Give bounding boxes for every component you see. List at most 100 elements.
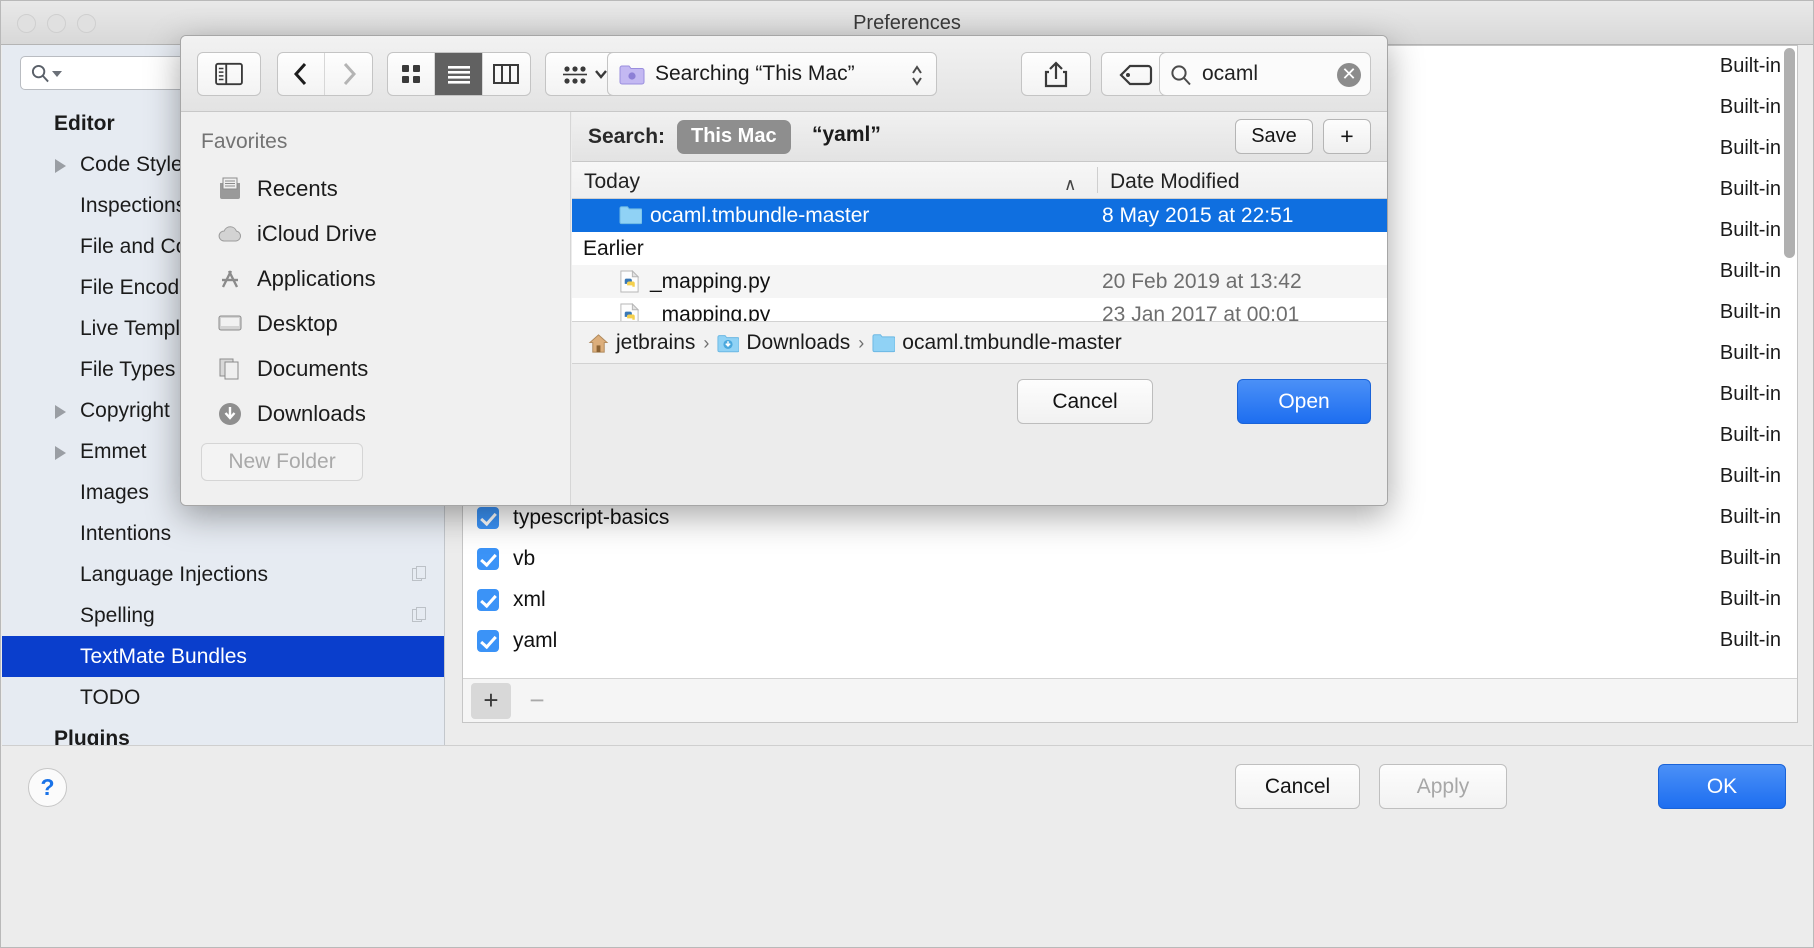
remove-bundle-button[interactable]: −: [517, 683, 557, 719]
sidebar-item-label: Editor: [54, 112, 115, 135]
file-row[interactable]: ocaml.tmbundle-master 8 May 2015 at 22:51: [572, 199, 1387, 232]
downloads-folder-icon: [717, 333, 739, 354]
forward-button[interactable]: [325, 53, 372, 95]
clear-search-icon[interactable]: ✕: [1337, 63, 1361, 87]
sidebar-item-label: Inspections: [80, 194, 186, 217]
location-popup-button[interactable]: Searching “This Mac”: [607, 52, 937, 96]
downloads-icon: [217, 401, 243, 427]
dialog-open-button[interactable]: Open: [1237, 379, 1371, 424]
sidebar-item-spelling[interactable]: Spelling: [2, 595, 445, 636]
breadcrumb-separator: ›: [858, 333, 864, 354]
sidebar-item-plugins[interactable]: Plugins: [2, 718, 445, 745]
columns-icon: [493, 64, 519, 84]
favorite-label: Downloads: [257, 401, 366, 426]
sidebar-item-todo[interactable]: TODO: [2, 677, 445, 718]
bundle-name: yaml: [513, 629, 557, 652]
bundle-row[interactable]: xmlBuilt-in: [463, 579, 1797, 620]
disclosure-triangle-icon[interactable]: [55, 446, 66, 460]
disclosure-triangle-icon[interactable]: [55, 159, 66, 173]
bundle-checkbox[interactable]: [477, 630, 499, 652]
sidebar-item-label: Language Injections: [80, 563, 268, 586]
add-criterion-button[interactable]: +: [1323, 119, 1371, 154]
file-name: ocaml.tmbundle-master: [650, 199, 869, 232]
sidebar-icon: [214, 62, 244, 86]
preferences-ok-button[interactable]: OK: [1658, 764, 1786, 809]
bundle-list-scrollbar[interactable]: [1784, 48, 1795, 258]
bundle-list-toolbar: + −: [463, 678, 1797, 722]
file-date-modified: 8 May 2015 at 22:51: [1102, 199, 1293, 232]
column-header-name[interactable]: Today: [584, 170, 640, 194]
back-button[interactable]: [278, 53, 325, 95]
sidebar-item-label: Images: [80, 481, 149, 504]
finder-open-dialog: Searching “This Mac”: [180, 35, 1388, 506]
scope-this-mac-pill[interactable]: This Mac: [677, 120, 791, 154]
file-date-modified: 23 Jan 2017 at 00:01: [1102, 298, 1299, 321]
bundle-row[interactable]: yamlBuilt-in: [463, 620, 1797, 661]
favorite-label: Recents: [257, 176, 338, 201]
sidebar-favorite-desktop[interactable]: Desktop: [181, 301, 570, 346]
bundle-row[interactable]: vbBuilt-in: [463, 538, 1797, 579]
favorites-heading: Favorites: [201, 130, 287, 154]
column-view-button[interactable]: [483, 53, 530, 95]
sidebar-favorite-documents[interactable]: Documents: [181, 346, 570, 391]
sidebar-favorite-icloud-drive[interactable]: iCloud Drive: [181, 211, 570, 256]
tag-icon: [1119, 64, 1153, 86]
favorite-label: Applications: [257, 266, 376, 291]
python-file-icon: [619, 303, 640, 321]
bundle-checkbox[interactable]: [477, 589, 499, 611]
file-list-column-headers: Today ∧ Date Modified: [572, 162, 1387, 199]
breadcrumb-item-jetbrains[interactable]: jetbrains: [588, 331, 695, 355]
sidebar-item-label: Intentions: [80, 522, 171, 545]
chevron-down-icon[interactable]: [52, 71, 62, 77]
search-icon: [31, 64, 50, 83]
sidebar-favorite-applications[interactable]: Applications: [181, 256, 570, 301]
file-date-modified: 20 Feb 2019 at 13:42: [1102, 265, 1302, 298]
breadcrumb-item-downloads[interactable]: Downloads: [717, 331, 850, 355]
sidebar-item-intentions[interactable]: Intentions: [2, 513, 445, 554]
bundle-origin: Built-in: [1720, 128, 1781, 169]
applications-icon: [217, 266, 243, 292]
file-row[interactable]: _mapping.py20 Feb 2019 at 13:42: [572, 265, 1387, 298]
arrange-icon: [560, 62, 610, 88]
favorite-label: Desktop: [257, 311, 338, 336]
sidebar-item-textmate-bundles[interactable]: TextMate Bundles: [2, 636, 445, 677]
bundle-checkbox[interactable]: [477, 548, 499, 570]
bundle-checkbox[interactable]: [477, 507, 499, 529]
stepper-icon[interactable]: [910, 63, 924, 88]
sidebar-item-label: File Types: [80, 358, 175, 381]
sidebar-item-language-injections[interactable]: Language Injections: [2, 554, 445, 595]
toggle-sidebar-button[interactable]: [197, 52, 261, 96]
sidebar-item-label: Spelling: [80, 604, 155, 627]
file-row[interactable]: _mapping.py23 Jan 2017 at 00:01: [572, 298, 1387, 321]
column-divider: [1097, 167, 1098, 193]
share-button[interactable]: [1021, 52, 1091, 96]
finder-search-field[interactable]: ocaml ✕: [1159, 52, 1371, 96]
sidebar-favorite-recents[interactable]: Recents: [181, 166, 570, 211]
bundle-origin: Built-in: [1720, 333, 1781, 374]
finder-content: Search: This Mac “yaml” Save + Today ∧ D…: [572, 112, 1387, 505]
breadcrumb: jetbrains›Downloads›ocaml.tmbundle-maste…: [588, 331, 1122, 355]
navigation-buttons: [277, 52, 373, 96]
favorite-label: iCloud Drive: [257, 221, 377, 246]
bundle-origin: Built-in: [1720, 374, 1781, 415]
dialog-cancel-button[interactable]: Cancel: [1017, 379, 1153, 424]
list-view-button[interactable]: [435, 53, 482, 95]
breadcrumb-item-ocaml-tmbundle-master[interactable]: ocaml.tmbundle-master: [872, 331, 1121, 355]
search-icon: [1170, 64, 1192, 86]
help-button[interactable]: ?: [28, 768, 67, 807]
search-scope-label: Search:: [588, 125, 665, 149]
sort-ascending-icon[interactable]: ∧: [1064, 175, 1076, 195]
bundle-origin: Built-in: [1720, 456, 1781, 497]
sidebar-favorite-downloads[interactable]: Downloads: [181, 391, 570, 436]
favorites-list: Recents iCloud Drive Applications Desktop Do…: [181, 166, 570, 436]
save-search-button[interactable]: Save: [1235, 119, 1313, 154]
icon-view-button[interactable]: [388, 53, 435, 95]
view-mode-buttons: [387, 52, 531, 96]
preferences-apply-button[interactable]: Apply: [1379, 764, 1507, 809]
add-bundle-button[interactable]: +: [471, 683, 511, 719]
disclosure-triangle-icon[interactable]: [55, 405, 66, 419]
new-folder-button[interactable]: New Folder: [201, 443, 363, 481]
preferences-cancel-button[interactable]: Cancel: [1235, 764, 1360, 809]
scope-search-term[interactable]: “yaml”: [812, 123, 881, 147]
column-header-date[interactable]: Date Modified: [1110, 170, 1240, 194]
